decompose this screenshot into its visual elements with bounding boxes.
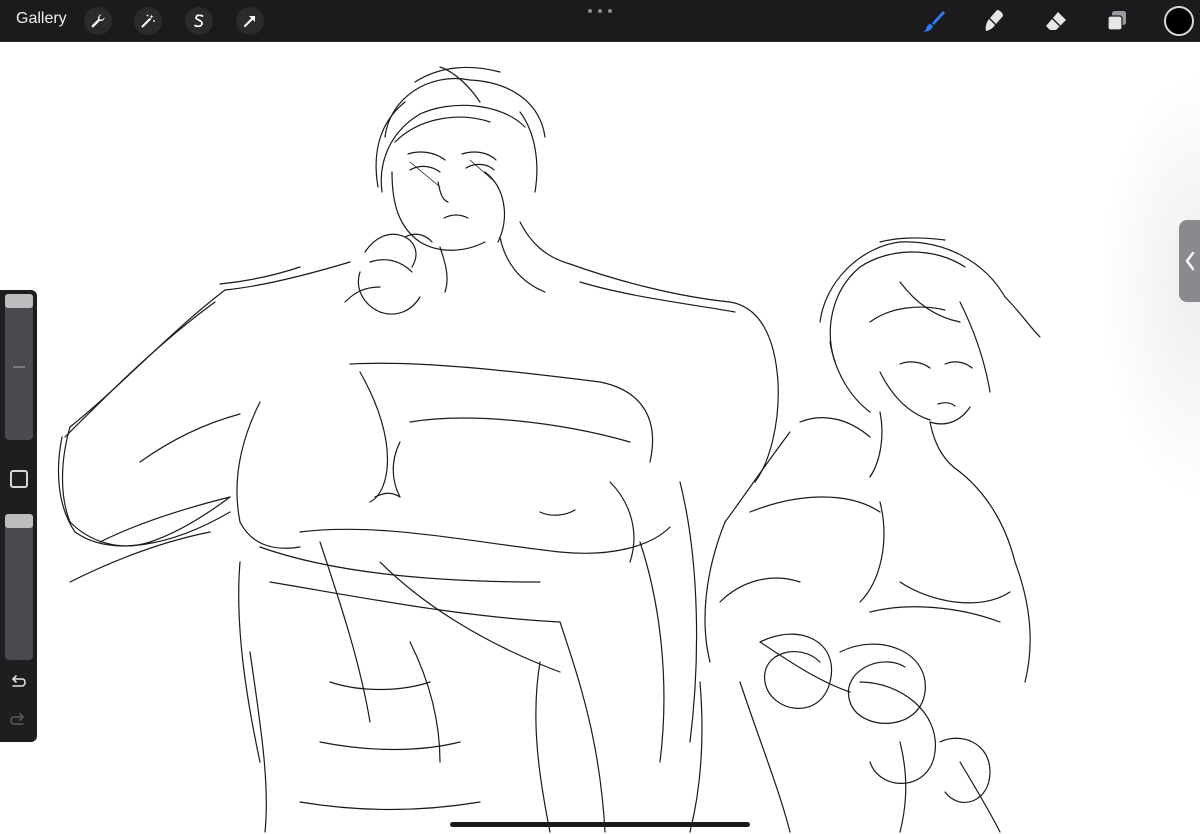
eraser-tool-button[interactable] bbox=[1040, 5, 1072, 37]
layers-button[interactable] bbox=[1101, 5, 1133, 37]
color-swatch[interactable] bbox=[1164, 6, 1194, 36]
home-indicator[interactable] bbox=[450, 822, 750, 827]
brush-icon bbox=[923, 11, 945, 32]
layers-icon bbox=[1107, 11, 1126, 31]
chevron-left-icon bbox=[1185, 251, 1194, 271]
side-panel-tab[interactable] bbox=[1179, 220, 1200, 302]
undo-button[interactable] bbox=[6, 670, 30, 694]
smudge-icon bbox=[985, 10, 1003, 31]
more-dots-icon[interactable] bbox=[588, 6, 612, 16]
eraser-icon bbox=[1046, 12, 1066, 30]
undo-icon bbox=[12, 675, 26, 687]
selection-button[interactable] bbox=[185, 7, 213, 35]
actions-button[interactable] bbox=[84, 7, 112, 35]
drawing-canvas[interactable] bbox=[0, 42, 1200, 834]
left-sidebar bbox=[0, 290, 37, 742]
opacity-slider[interactable] bbox=[5, 514, 33, 660]
selection-s-icon bbox=[194, 14, 204, 28]
modify-button[interactable] bbox=[10, 470, 28, 488]
sketch-artwork bbox=[57, 66, 1041, 833]
arrow-cursor-icon bbox=[244, 16, 255, 27]
adjustments-button[interactable] bbox=[134, 7, 162, 35]
brush-tool-button[interactable] bbox=[918, 5, 950, 37]
opacity-thumb[interactable] bbox=[5, 514, 33, 528]
gallery-button[interactable]: Gallery bbox=[16, 10, 67, 28]
transform-button[interactable] bbox=[236, 7, 264, 35]
magic-wand-icon bbox=[141, 14, 155, 28]
top-toolbar: Gallery bbox=[0, 0, 1200, 42]
smudge-tool-button[interactable] bbox=[978, 5, 1010, 37]
wrench-icon bbox=[91, 14, 105, 28]
brush-size-slider[interactable] bbox=[5, 294, 33, 440]
redo-button[interactable] bbox=[6, 708, 30, 732]
brush-size-thumb[interactable] bbox=[5, 294, 33, 308]
redo-icon bbox=[10, 713, 24, 725]
